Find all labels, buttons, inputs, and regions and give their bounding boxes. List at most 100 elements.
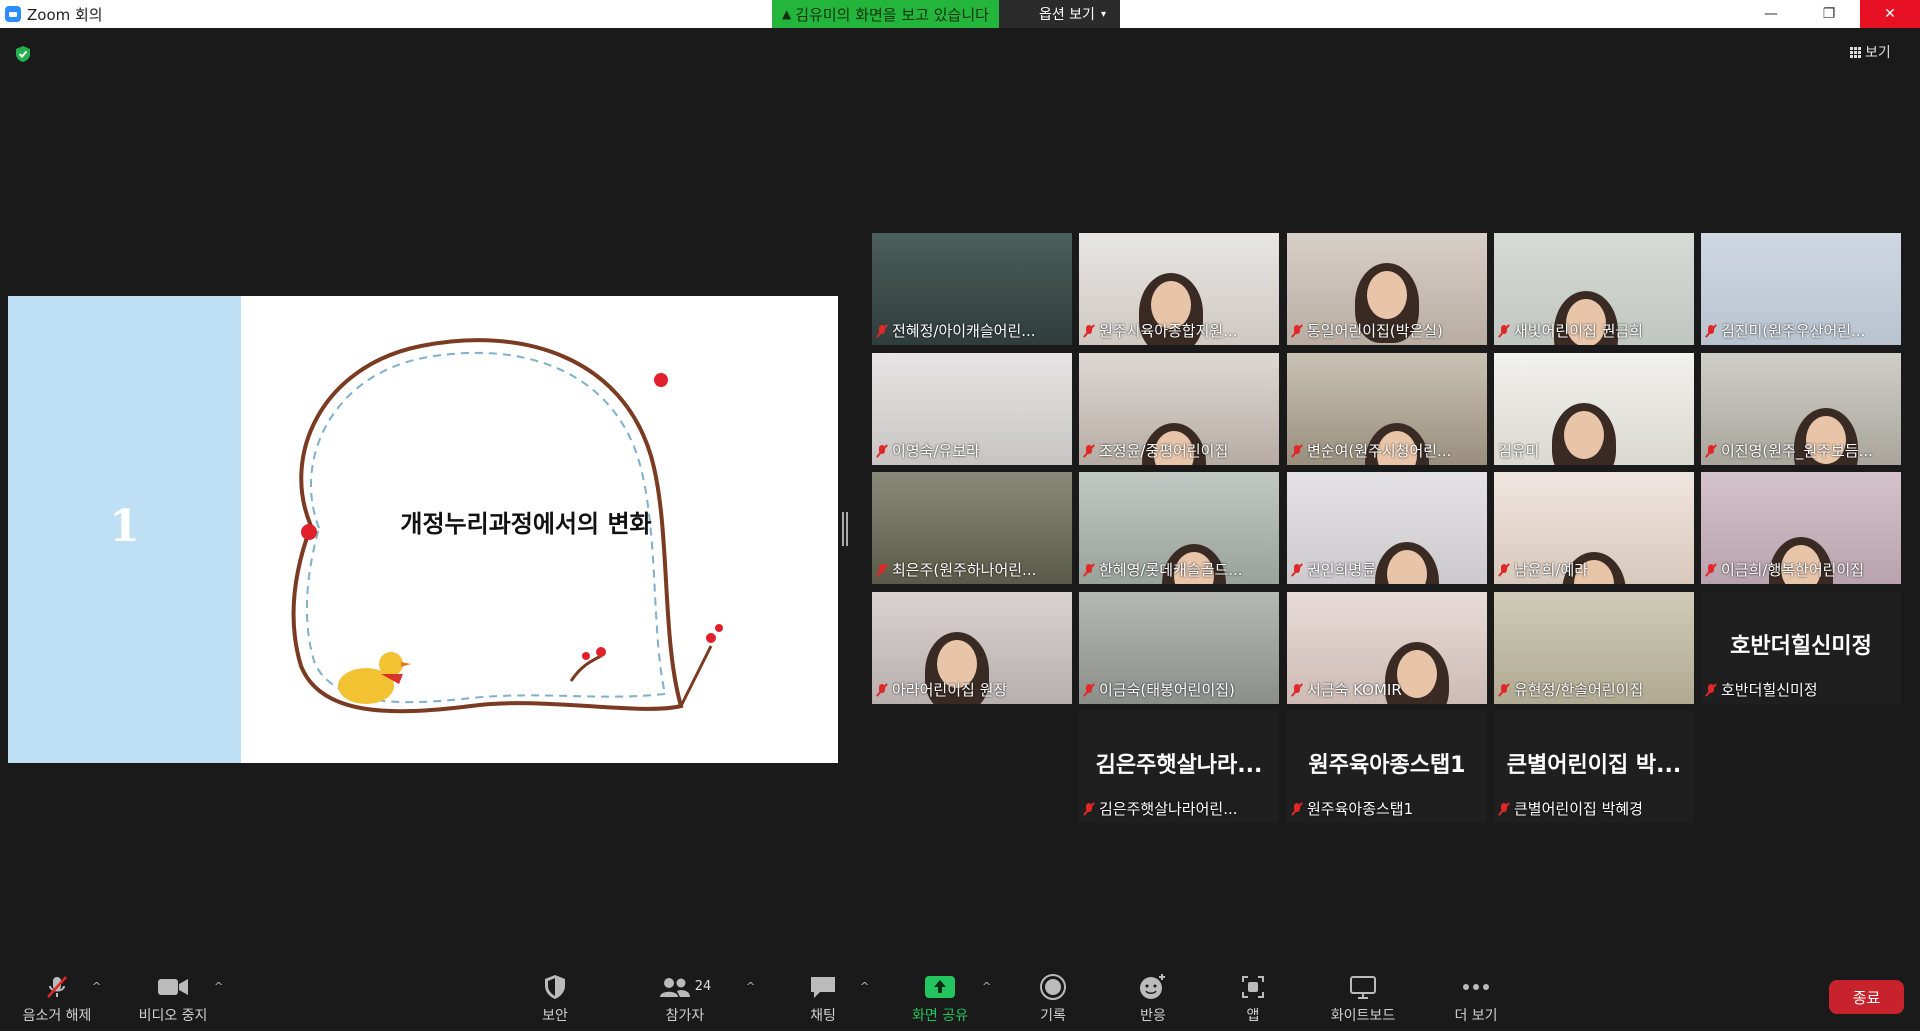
participant-tile[interactable]: 김은주햇살나라... 김은주햇살나라어린... [1079,711,1279,823]
minimize-button[interactable]: — [1748,0,1794,28]
more-dots-icon [1463,983,1489,990]
participant-tile[interactable]: 원주육아종스탭1 원주육아종스탭1 [1287,711,1487,823]
reactions-button[interactable]: 반응 [1113,966,1193,1031]
participant-name-label: 조정윤/중평어린이집 [1083,440,1275,461]
participant-name-label: 유현정/한솔어린이집 [1498,679,1690,700]
view-button[interactable]: 보기 [1850,42,1891,62]
participant-name: 권인희명륜 [1307,561,1377,579]
participant-name: 통일어린이집(박은실) [1307,322,1443,340]
participants-count: 24 [694,979,712,994]
mic-muted-icon [1705,683,1717,697]
record-button[interactable]: 기록 [1013,966,1093,1031]
participants-button[interactable]: 24 참가자 [645,966,725,1031]
split-drag-handle[interactable] [842,512,848,546]
mic-muted-icon [1291,444,1303,458]
chat-button[interactable]: 채팅 [783,966,863,1031]
berry-dot [654,373,668,387]
mic-muted-icon [1705,324,1717,338]
participant-name: 전혜정/아이캐슬어린... [892,322,1036,340]
video-options-caret[interactable]: ^ [214,980,223,993]
participant-name: 큰별어린이집 박혜경 [1514,800,1643,818]
participant-tile[interactable]: 이금희/행복한어린이집 [1701,472,1901,584]
mic-muted-icon [1083,444,1095,458]
viewing-text: 김유미의 화면을 보고 있습니다 [795,5,989,24]
participant-name: 새빛어린이집 권금희 [1514,322,1643,340]
participant-tile[interactable]: 이진영(원주_원주보듬... [1701,353,1901,465]
participant-tile[interactable]: 서금숙 KOMIR [1287,592,1487,704]
whiteboard-button[interactable]: 화이트보드 [1318,966,1408,1031]
mic-muted-icon [876,444,888,458]
restore-button[interactable]: ❐ [1806,0,1852,28]
stop-video-label: 비디오 중지 [138,1007,208,1024]
participant-tile[interactable]: 최은주(원주하나어린... [872,472,1072,584]
participant-tile[interactable]: 김유미 [1494,353,1694,465]
participant-name-label: 이금희/행복한어린이집 [1705,559,1897,580]
participant-tile[interactable]: 통일어린이집(박은실) [1287,233,1487,345]
participant-name: 이금숙(태봉어린이집) [1099,681,1235,699]
participants-label: 참가자 [665,1007,705,1024]
unmute-button[interactable]: 음소거 해제 [12,966,102,1031]
mic-muted-icon [1083,683,1095,697]
record-icon [1040,973,1066,1000]
participant-tile[interactable]: 한혜영/롯데캐슬골드... [1079,472,1279,584]
mic-muted-icon [1705,444,1717,458]
security-button[interactable]: 보안 [515,966,595,1031]
participant-name: 남윤희/예라 [1514,561,1589,579]
record-label: 기록 [1040,1007,1066,1024]
participant-tile[interactable]: 유현정/한솔어린이집 [1494,592,1694,704]
shared-screen[interactable]: 1 개정누리과정에서의 변화 [8,296,838,763]
share-options-caret[interactable]: ^ [982,980,991,993]
chat-label: 채팅 [810,1007,836,1024]
participant-tile[interactable]: 아라어린이집 원장 [872,592,1072,704]
share-screen-button[interactable]: 화면 공유 [900,966,980,1031]
apps-button[interactable]: 앱 [1213,966,1293,1031]
security-shield-icon [545,974,565,999]
whiteboard-label: 화이트보드 [1330,1007,1396,1024]
mic-muted-icon [876,683,888,697]
participant-name: 호반더힐신미정 [1721,681,1818,699]
participant-tile[interactable]: 이영숙/유보라 [872,353,1072,465]
participant-tile[interactable]: 김진미(원주우산어린... [1701,233,1901,345]
mic-muted-icon [1291,563,1303,577]
participant-tile[interactable]: 원주시육아종합지원... [1079,233,1279,345]
chat-bubble-icon [811,976,835,998]
share-banner: ▲ 김유미의 화면을 보고 있습니다 옵션 보기 ▾ [772,0,1120,28]
stop-video-button[interactable]: 비디오 중지 [128,966,218,1031]
share-screen-icon [925,975,955,998]
participant-tile[interactable]: 이금숙(태봉어린이집) [1079,592,1279,704]
participant-tile[interactable]: 권인희명륜 [1287,472,1487,584]
more-button[interactable]: 더 보기 [1436,966,1516,1031]
close-button[interactable]: ✕ [1860,0,1920,28]
participant-tile[interactable]: 호반더힐신미정 호반더힐신미정 [1701,592,1901,704]
participant-tile[interactable]: 남윤희/예라 [1494,472,1694,584]
end-meeting-button[interactable]: 종료 [1829,980,1904,1014]
participant-name-label: 아라어린이집 원장 [876,679,1068,700]
participant-name-label: 김진미(원주우산어린... [1705,320,1897,341]
security-label: 보안 [542,1007,568,1024]
participant-name: 아라어린이집 원장 [892,681,1008,699]
reactions-label: 반응 [1140,1007,1166,1024]
participant-name: 원주육아종스탭1 [1307,800,1414,818]
mic-muted-icon [1705,563,1717,577]
view-options-button[interactable]: 옵션 보기 ▾ [998,0,1120,28]
viewing-share-indicator: ▲ 김유미의 화면을 보고 있습니다 [772,0,999,28]
chat-options-caret[interactable]: ^ [860,980,869,993]
participant-tile[interactable]: 조정윤/중평어린이집 [1079,353,1279,465]
mic-muted-icon [1291,683,1303,697]
participants-options-caret[interactable]: ^ [746,980,755,993]
slide-number: 1 [109,501,140,552]
participant-tile[interactable]: 큰별어린이집 박... 큰별어린이집 박혜경 [1494,711,1694,823]
participant-tile[interactable]: 전혜정/아이캐슬어린... [872,233,1072,345]
encryption-shield-icon[interactable] [14,45,32,63]
share-screen-label: 화면 공유 [912,1007,968,1024]
participant-name-label: 원주시육아종합지원... [1083,320,1275,341]
audio-options-caret[interactable]: ^ [92,980,101,993]
participant-name: 한혜영/롯데캐슬골드... [1099,561,1243,579]
grid-icon [1850,46,1861,58]
emoji-plus-icon [1140,973,1165,999]
slide-title: 개정누리과정에서의 변화 [400,510,652,538]
participant-tile[interactable]: 변순여(원주시청어린... [1287,353,1487,465]
participant-name: 김유미 [1498,442,1540,460]
whiteboard-icon [1350,975,1376,999]
participant-tile[interactable]: 새빛어린이집 권금희 [1494,233,1694,345]
